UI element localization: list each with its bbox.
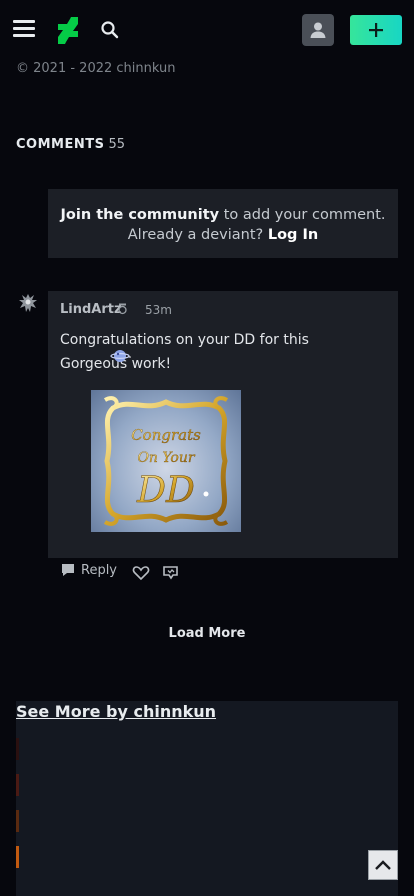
heart-icon[interactable]	[132, 564, 150, 582]
comments-count: 55	[108, 137, 126, 152]
see-more-panel	[16, 701, 398, 896]
planet-emote-icon	[110, 350, 131, 362]
chevron-up-icon	[375, 860, 391, 870]
user-silhouette-icon	[310, 22, 326, 38]
submit-deviation-button[interactable]	[350, 15, 402, 45]
comments-heading-label: COMMENTS	[16, 137, 105, 152]
congrats-image-line-2: On Your	[137, 450, 195, 466]
user-account-button[interactable]	[302, 14, 334, 46]
plus-icon	[369, 23, 383, 37]
load-more-button[interactable]: Load More	[0, 626, 414, 641]
congrats-frame-graphic: Congrats On Your DD	[103, 396, 229, 526]
join-community-prompt: Join the community to add your comment. …	[48, 189, 398, 258]
broken-heart-icon[interactable]	[162, 564, 180, 582]
core-member-badge-icon	[118, 303, 127, 315]
top-navigation-bar	[0, 0, 414, 60]
comment-author-link[interactable]: LindArtz	[60, 302, 122, 317]
comment-image[interactable]: Congrats On Your DD	[91, 390, 241, 532]
see-more-thumbnail-strip[interactable]	[16, 738, 19, 878]
reply-label: Reply	[81, 562, 118, 578]
avatar[interactable]	[17, 291, 39, 315]
login-link[interactable]: Log In	[268, 227, 318, 243]
join-community-link[interactable]: Join the community	[61, 207, 220, 223]
congrats-image-line-1: Congrats	[131, 426, 201, 444]
comment-timestamp[interactable]: 53m	[145, 303, 172, 317]
comment-card: LindArtz 53m Congratulations on your DD …	[48, 291, 398, 558]
comment-text: Congratulations on your DD for this Gorg…	[60, 332, 309, 372]
comments-heading: COMMENTS 55	[16, 137, 125, 152]
copyright-text: © 2021 - 2022 chinnkun	[16, 61, 176, 76]
search-icon[interactable]	[100, 20, 120, 40]
deviantart-logo-icon[interactable]	[57, 17, 79, 44]
hamburger-menu-icon[interactable]	[13, 20, 35, 40]
speech-bubble-icon	[62, 564, 74, 576]
reply-button[interactable]: Reply	[60, 562, 117, 578]
back-to-top-button[interactable]	[368, 850, 398, 880]
see-more-link[interactable]: See More by chinnkun	[16, 702, 216, 721]
congrats-image-line-3: DD	[136, 470, 195, 511]
